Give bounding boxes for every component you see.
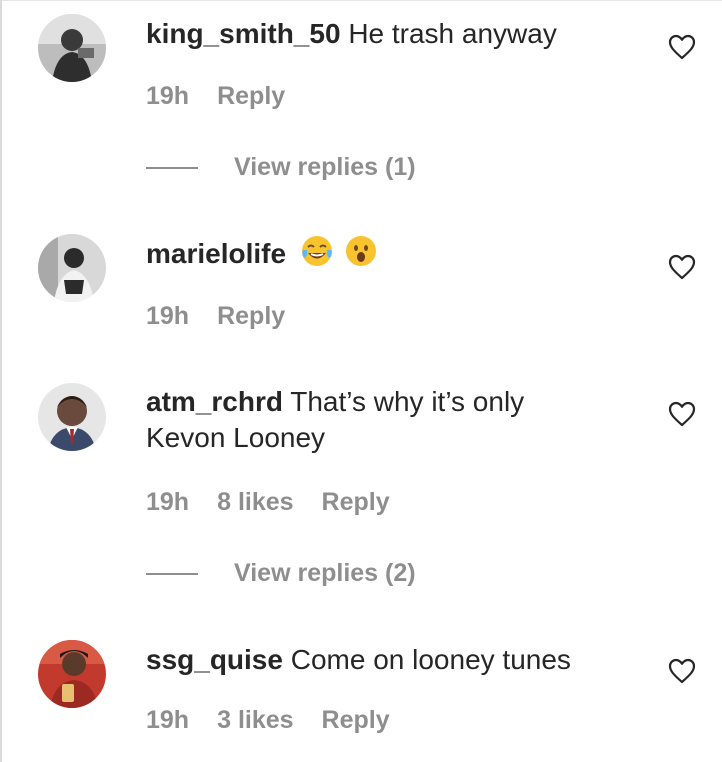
replies-divider (146, 572, 198, 575)
view-replies-button[interactable]: View replies (1) (146, 153, 416, 182)
comment-username[interactable]: king_smith_50 (146, 18, 341, 49)
comment-text: He trash anyway (348, 18, 557, 49)
comment-username[interactable]: marielolife (146, 238, 286, 269)
avatar[interactable] (38, 640, 106, 708)
comment-body: ssg_quise Come on looney tunes (146, 642, 636, 678)
open-mouth-emoji-icon (344, 234, 378, 277)
avatar[interactable] (38, 383, 106, 451)
reply-button[interactable]: Reply (322, 706, 390, 735)
reply-button[interactable]: Reply (217, 82, 285, 111)
heart-icon[interactable] (668, 401, 696, 427)
comment-username[interactable]: ssg_quise (146, 644, 283, 675)
view-replies-label[interactable]: View replies (1) (234, 153, 416, 182)
comment-text: Come on looney tunes (290, 644, 571, 675)
heart-icon[interactable] (668, 658, 696, 684)
comment-time: 19h (146, 706, 190, 734)
view-replies-button[interactable]: View replies (2) (146, 559, 416, 588)
avatar[interactable] (38, 234, 106, 302)
reply-button[interactable]: Reply (217, 302, 285, 331)
comment-time: 19h (146, 488, 190, 516)
comment-meta: 19h Reply (146, 82, 285, 111)
reply-button[interactable]: Reply (322, 488, 390, 517)
view-replies-label[interactable]: View replies (2) (234, 559, 416, 588)
comment-time: 19h (146, 82, 190, 110)
comment-body: marielolife (146, 234, 636, 277)
like-count[interactable]: 3 likes (217, 706, 293, 735)
comment-body: king_smith_50 He trash anyway (146, 16, 636, 52)
heart-icon[interactable] (668, 34, 696, 60)
comment-username[interactable]: atm_rchrd (146, 386, 283, 417)
comment-body: atm_rchrd That’s why it’s only Kevon Loo… (146, 384, 636, 456)
tears-of-joy-emoji-icon (300, 234, 334, 277)
top-border (0, 0, 722, 1)
comment-meta: 19h 3 likes Reply (146, 706, 390, 735)
avatar[interactable] (38, 14, 106, 82)
heart-icon[interactable] (668, 254, 696, 280)
left-border (0, 0, 2, 762)
comment-time: 19h (146, 302, 190, 330)
comment-meta: 19h Reply (146, 302, 285, 331)
comment-meta: 19h 8 likes Reply (146, 488, 390, 517)
replies-divider (146, 166, 198, 169)
like-count[interactable]: 8 likes (217, 488, 293, 517)
